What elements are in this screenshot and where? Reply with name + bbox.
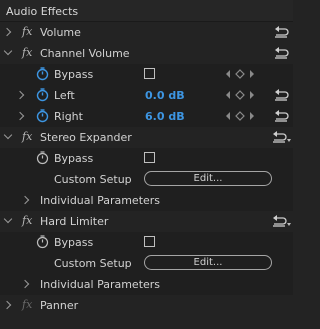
param-row-custom-setup: Custom Setup Edit... xyxy=(0,169,293,190)
left-value[interactable]: 0.0 dB xyxy=(145,89,185,102)
effect-name: Volume xyxy=(40,26,81,39)
param-label: Bypass xyxy=(54,68,94,81)
keyframe-nav-icon[interactable] xyxy=(224,110,264,122)
reset-icon[interactable] xyxy=(272,108,290,124)
expand-triangle-icon[interactable] xyxy=(15,90,25,100)
expand-triangle-icon[interactable] xyxy=(2,27,12,37)
param-label: Left xyxy=(54,89,75,102)
effect-row-hard-limiter[interactable]: fx Hard Limiter xyxy=(0,211,293,232)
param-label: Bypass xyxy=(54,236,94,249)
param-row-individual[interactable]: Individual Parameters xyxy=(0,274,293,295)
param-row-bypass: Bypass xyxy=(0,148,293,169)
expand-triangle-icon[interactable] xyxy=(20,279,30,289)
fx-badge-icon[interactable]: fx xyxy=(22,214,32,227)
reset-icon[interactable] xyxy=(270,129,288,145)
bypass-checkbox[interactable] xyxy=(144,68,155,79)
collapse-triangle-icon[interactable] xyxy=(3,130,13,140)
param-row-bypass: Bypass xyxy=(0,64,293,85)
effect-name: Channel Volume xyxy=(40,47,130,60)
effect-name: Stereo Expander xyxy=(40,131,132,144)
stopwatch-icon[interactable] xyxy=(35,66,50,81)
param-label: Bypass xyxy=(54,152,94,165)
param-label: Individual Parameters xyxy=(40,194,161,207)
param-row-bypass: Bypass xyxy=(0,232,293,253)
panel-title: Audio Effects xyxy=(6,5,79,18)
fx-badge-icon[interactable]: fx xyxy=(22,46,32,59)
param-row-left: Left 0.0 dB xyxy=(0,85,293,106)
edit-button-label: Edit... xyxy=(193,257,223,268)
keyframe-nav-icon[interactable] xyxy=(224,89,264,101)
collapse-triangle-icon[interactable] xyxy=(3,214,13,224)
stopwatch-icon[interactable] xyxy=(35,150,50,165)
right-value[interactable]: 6.0 dB xyxy=(145,110,185,123)
keyframe-nav-icon[interactable] xyxy=(224,68,264,80)
effect-row-channel-volume[interactable]: fx Channel Volume xyxy=(0,43,293,64)
expand-triangle-icon[interactable] xyxy=(20,195,30,205)
stopwatch-icon[interactable] xyxy=(35,234,50,249)
edit-button[interactable]: Edit... xyxy=(144,255,272,270)
effect-row-panner[interactable]: fx Panner xyxy=(0,295,293,316)
fx-badge-icon[interactable]: fx xyxy=(22,25,32,38)
chevron-down-icon[interactable] xyxy=(287,223,291,226)
expand-triangle-icon[interactable] xyxy=(2,300,12,310)
effect-row-volume[interactable]: fx Volume xyxy=(0,22,293,43)
param-label: Individual Parameters xyxy=(40,278,161,291)
fx-badge-icon[interactable]: fx xyxy=(22,298,32,311)
param-row-custom-setup: Custom Setup Edit... xyxy=(0,253,293,274)
effect-row-stereo-expander[interactable]: fx Stereo Expander xyxy=(0,127,293,148)
param-label: Right xyxy=(54,110,83,123)
param-label: Custom Setup xyxy=(54,173,132,186)
fx-badge-icon[interactable]: fx xyxy=(22,130,32,143)
effect-name: Hard Limiter xyxy=(40,215,109,228)
expand-triangle-icon[interactable] xyxy=(15,111,25,121)
edit-button-label: Edit... xyxy=(193,173,223,184)
edit-button[interactable]: Edit... xyxy=(144,171,272,186)
reset-icon[interactable] xyxy=(272,24,290,40)
reset-icon[interactable] xyxy=(270,213,288,229)
stopwatch-icon[interactable] xyxy=(35,87,50,102)
stopwatch-icon[interactable] xyxy=(35,108,50,123)
param-row-right: Right 6.0 dB xyxy=(0,106,293,127)
reset-icon[interactable] xyxy=(272,87,290,103)
chevron-down-icon[interactable] xyxy=(287,139,291,142)
effect-name: Panner xyxy=(40,299,79,312)
bypass-checkbox[interactable] xyxy=(144,236,155,247)
collapse-triangle-icon[interactable] xyxy=(3,46,13,56)
bypass-checkbox[interactable] xyxy=(144,152,155,163)
panel-header: Audio Effects xyxy=(0,0,293,22)
param-row-individual[interactable]: Individual Parameters xyxy=(0,190,293,211)
param-label: Custom Setup xyxy=(54,257,132,270)
reset-icon[interactable] xyxy=(272,45,290,61)
